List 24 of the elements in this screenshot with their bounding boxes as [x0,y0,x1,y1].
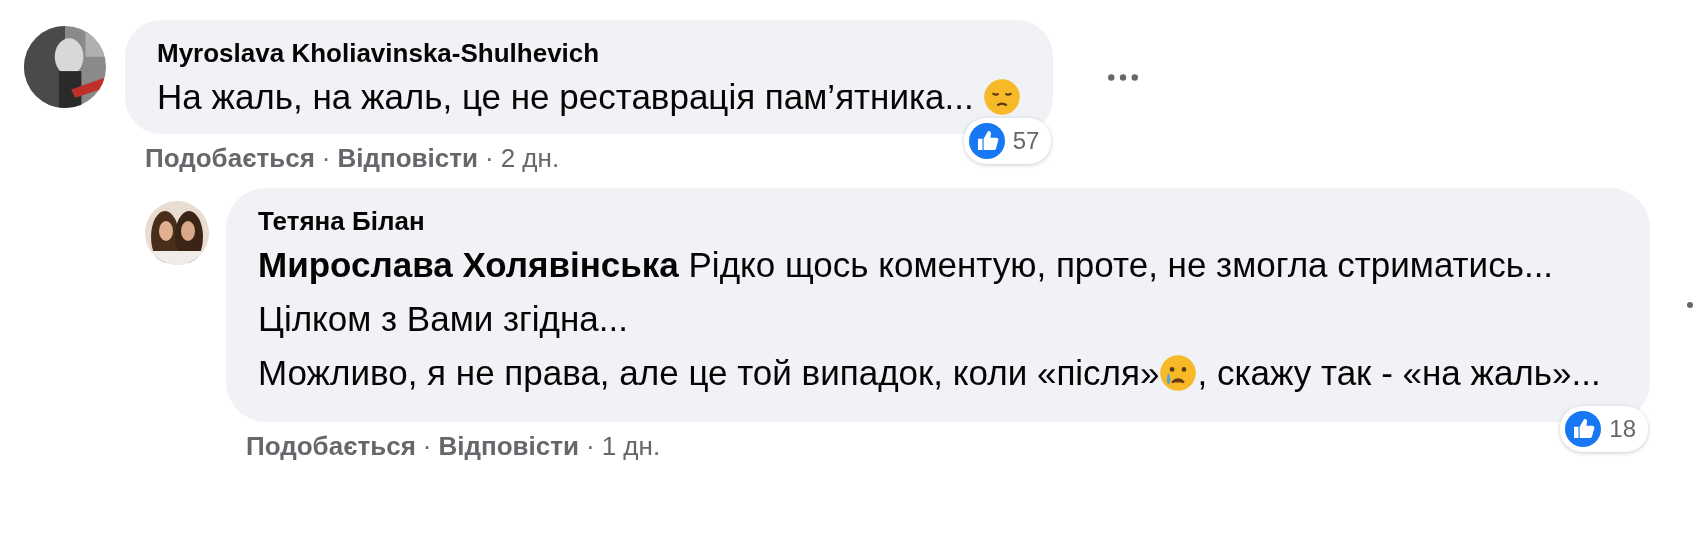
separator-dot: · [321,142,331,174]
timestamp[interactable]: 2 дн. [500,142,560,174]
comment-text: Можливо, я не права, але це той випадок, коли «після» [258,353,1160,392]
like-link[interactable]: Подобається [246,430,416,462]
separator-dot: · [485,142,494,174]
sad-face-icon [983,78,1022,116]
author-name: Тетяна Білан [258,205,426,238]
timestamp[interactable]: 1 дн. [601,430,661,462]
separator-dot: · [422,430,432,462]
like-link[interactable]: Подобається [145,142,315,174]
reaction-count[interactable]: 57 [963,118,1052,164]
crying-face-icon [1159,354,1198,392]
reply-link[interactable]: Відповісти [337,142,478,174]
reply-link[interactable]: Відповісти [438,430,579,462]
comment-text: Мирослава Холявінська Рідко щось коментую, проте, не змогла стриматись... Цілком з Вами згідна... [258,245,1554,338]
more-icon[interactable] [1107,72,1140,82]
comment-text: На жаль, на жаль, це не реставрація пам’ятника... [157,77,975,116]
separator-dot: · [586,430,595,462]
more-icon[interactable] [1686,301,1694,309]
author-name: Myroslava Kholiavinska-Shulhevich [157,37,601,70]
like-icon [1565,411,1602,447]
like-icon [968,123,1005,159]
reaction-count[interactable]: 18 [1560,406,1648,452]
comment-text: , скажу так - «на жаль»... [1197,353,1601,392]
